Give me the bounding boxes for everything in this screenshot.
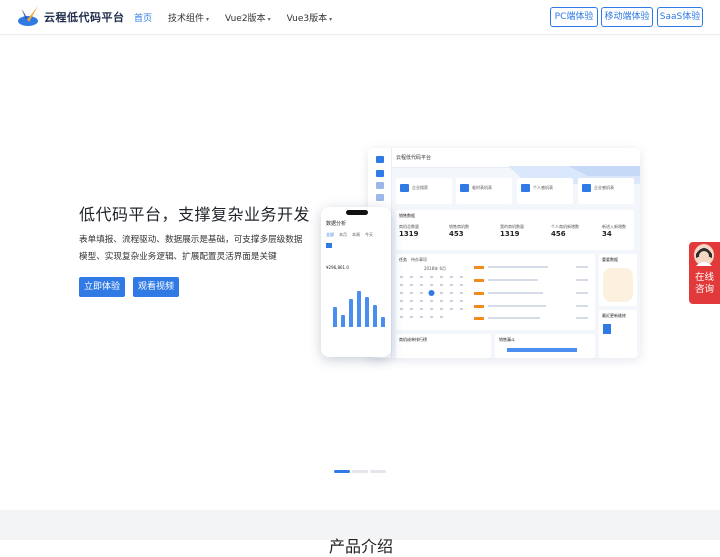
- saas-demo-button[interactable]: SaaS体验: [657, 7, 703, 27]
- chart-bar: [365, 297, 369, 327]
- nav-home-label: 首页: [134, 14, 153, 24]
- dash-card-label: 个人感机表: [533, 185, 553, 190]
- sales-section-title: 销售数据: [399, 213, 415, 218]
- logo-icon: [17, 6, 41, 28]
- dash-card: 个人感机表: [517, 178, 573, 204]
- important-data-title: 重要数据: [602, 257, 618, 262]
- phone-amount: ¥296,861.0: [326, 265, 349, 270]
- mobile-demo-button[interactable]: 移动端体验: [601, 7, 653, 27]
- tab-todo: 待办事项: [411, 257, 427, 262]
- nav-home[interactable]: 首页: [134, 11, 152, 24]
- stat-value: 456: [551, 230, 566, 238]
- document-icon: [603, 324, 611, 334]
- phone-tab: 今天: [365, 232, 373, 237]
- chat-label-line2: 咨询: [694, 284, 714, 295]
- ranking-panel: 商机成单排行榜: [396, 334, 491, 358]
- tab-tasks: 任务: [399, 257, 407, 262]
- dash-card: 临时表机表: [456, 178, 512, 204]
- chart-bar: [333, 307, 337, 327]
- stat-value: 1319: [399, 230, 419, 238]
- funnel-bar: [507, 348, 577, 352]
- sidebar-icons: [376, 156, 384, 201]
- phone-tab: 本月: [339, 232, 347, 237]
- calendar-month: 2018年 6月: [424, 266, 446, 271]
- carousel-dot-2[interactable]: [352, 470, 368, 473]
- phone-title: 数据分析: [326, 221, 347, 227]
- phone-filter-icon: [326, 243, 332, 248]
- sales-stats-panel: 销售数据 商机总数量 1319 销售商机数 453 我的商机数量 1319 个人…: [396, 210, 634, 250]
- product-intro-title: 产品介绍: [329, 537, 394, 556]
- phone-screenshot: 数据分析 全部 本月 本周 今天 ¥296,861.0: [321, 207, 391, 357]
- online-chat-button[interactable]: 在线 咨询: [689, 242, 720, 304]
- stat-value: 1319: [500, 230, 520, 238]
- recent-updates-panel: 最近更新维修: [599, 310, 637, 358]
- dash-card: 企业搜索: [396, 178, 452, 204]
- folder-icon: [582, 184, 591, 192]
- chart-bar: [357, 291, 361, 327]
- chat-label-line1: 在线: [694, 272, 714, 283]
- task-list: [474, 266, 588, 320]
- phone-tab: 全部: [326, 232, 334, 237]
- funnel-title: 销售漏斗: [499, 337, 515, 342]
- chart-bar: [341, 315, 345, 327]
- calendar-grid: [400, 276, 463, 318]
- dash-card: 企业感机表: [578, 178, 634, 204]
- try-now-button[interactable]: 立即体验: [79, 277, 125, 297]
- stat-value: 453: [449, 230, 464, 238]
- top-nav-bar: 云程低代码平台 首页 技术组件 ▾ Vue2版本 ▾ Vue3版本 ▾ PC端体验 移…: [0, 0, 720, 35]
- carousel-dot-1[interactable]: [334, 470, 350, 473]
- caret-down-icon: ▾: [267, 16, 271, 23]
- agent-avatar: [694, 244, 714, 266]
- logo-text: 云程低代码平台: [44, 11, 125, 24]
- phone-notch: [346, 210, 368, 215]
- pc-demo-button[interactable]: PC端体验: [550, 7, 598, 27]
- dashboard-screenshot: 云程低代码平台 企业搜索 临时表机表 个人感机表 企业感机表 销售数据 商机总数…: [368, 148, 640, 358]
- ranking-title: 商机成单排行榜: [399, 337, 427, 342]
- nav-tech-label: 技术组件: [168, 14, 205, 24]
- dashboard-topbar: 云程低代码平台: [392, 148, 640, 168]
- hero-title: 低代码平台，支撑复杂业务开发: [79, 205, 311, 224]
- chat-label: 在线 咨询: [689, 272, 720, 296]
- calendar-panel: 任务 待办事项 2018年 6月: [396, 254, 595, 330]
- stat-value: 34: [602, 230, 612, 238]
- carousel-dot-3[interactable]: [370, 470, 386, 473]
- dashboard-app-title: 云程低代码平台: [396, 155, 432, 161]
- dash-card-label: 企业搜索: [412, 185, 428, 190]
- hero-description: 表单填报、流程驱动、数据展示是基础，可支撑多层级数据模型、实现复杂业务逻辑、扩展…: [79, 235, 303, 262]
- dash-card-label: 企业感机表: [594, 185, 614, 190]
- site-logo[interactable]: 云程低代码平台: [17, 6, 125, 28]
- folder-icon: [521, 184, 530, 192]
- nav-tech-components[interactable]: 技术组件 ▾: [168, 11, 209, 24]
- nav-vue2[interactable]: Vue2版本 ▾: [225, 11, 271, 24]
- main-nav: 首页 技术组件 ▾ Vue2版本 ▾ Vue3版本 ▾: [134, 11, 348, 24]
- caret-down-icon: ▾: [206, 16, 210, 23]
- chart-bar: [381, 317, 385, 327]
- folder-icon: [400, 184, 409, 192]
- important-data-panel: 重要数据: [599, 254, 637, 306]
- folder-icon: [460, 184, 469, 192]
- watch-video-button[interactable]: 观看视频: [133, 277, 179, 297]
- nav-vue2-label: Vue2版本: [225, 14, 266, 24]
- chart-bar: [373, 305, 377, 327]
- nav-vue3[interactable]: Vue3版本 ▾: [287, 11, 333, 24]
- phone-tab: 本周: [352, 232, 360, 237]
- highlight-card: [603, 268, 633, 302]
- nav-vue3-label: Vue3版本: [286, 14, 328, 24]
- recent-updates-title: 最近更新维修: [602, 313, 626, 318]
- funnel-panel: 销售漏斗: [495, 334, 595, 358]
- chart-bar: [349, 299, 353, 327]
- caret-down-icon: ▾: [329, 16, 333, 23]
- dash-card-label: 临时表机表: [472, 185, 492, 190]
